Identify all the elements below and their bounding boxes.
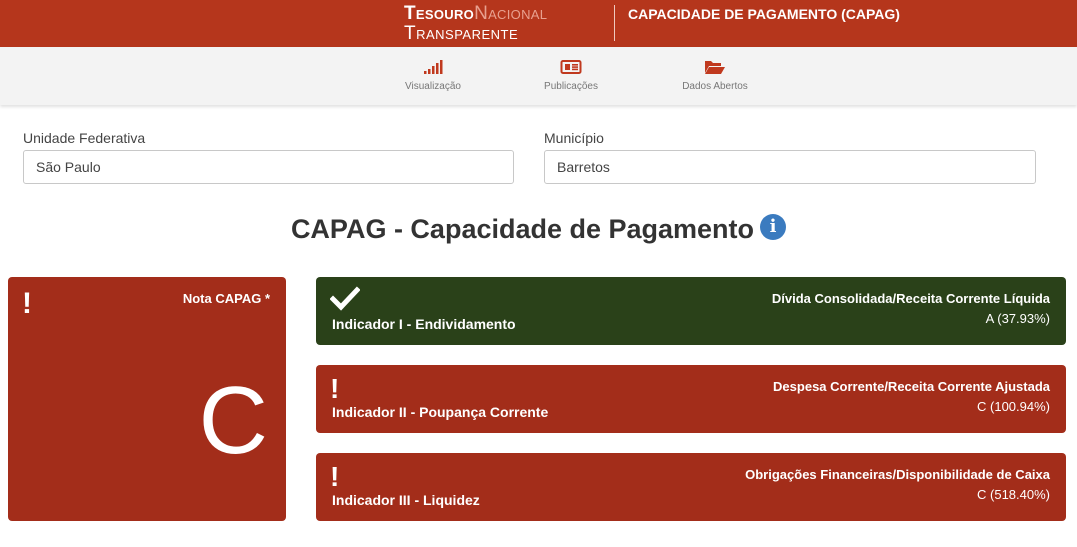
nota-capag-title: Nota CAPAG * xyxy=(182,291,270,306)
indicator-metric: Dívida Consolidada/Receita Corrente Líqu… xyxy=(771,291,1050,306)
indicator-name: Indicador I - Endividamento xyxy=(332,316,516,332)
exclamation-icon: ! xyxy=(330,461,340,492)
signal-bars-icon xyxy=(383,59,483,77)
uf-select[interactable]: São Paulo xyxy=(23,150,514,184)
top-header-bar: TesouroNacional Transparente CAPACIDADE … xyxy=(0,0,1077,47)
newspaper-icon xyxy=(521,59,621,77)
nav-bar: Visualização Publicações Dados Abertos xyxy=(0,47,1077,105)
indicator-card-endividamento: Indicador I - Endividamento Dívida Conso… xyxy=(316,277,1066,345)
nav-item-publicacoes[interactable]: Publicações xyxy=(521,59,621,92)
nav-item-label: Publicações xyxy=(544,81,598,92)
indicator-card-poupanca-corrente: ! Indicador II - Poupança Corrente Despe… xyxy=(316,365,1066,433)
logo-word-tesouro: Tesouro xyxy=(404,3,475,24)
indicator-name: Indicador III - Liquidez xyxy=(332,492,480,508)
indicator-value: A (37.93%) xyxy=(985,311,1050,326)
exclamation-icon: ! xyxy=(330,373,340,404)
nav-item-label: Visualização xyxy=(405,81,461,92)
nav-item-label: Dados Abertos xyxy=(682,81,748,92)
logo-line-1: TesouroNacional xyxy=(404,4,547,23)
indicator-card-liquidez: ! Indicador III - Liquidez Obrigações Fi… xyxy=(316,453,1066,521)
indicator-value: C (518.40%) xyxy=(977,487,1050,502)
info-circle-icon[interactable]: i xyxy=(760,213,787,240)
municipio-label: Município xyxy=(544,130,604,146)
logo-word-transparente: Transparente xyxy=(404,23,519,44)
indicator-metric: Obrigações Financeiras/Disponibilidade d… xyxy=(745,467,1050,482)
indicator-name: Indicador II - Poupança Corrente xyxy=(332,404,549,420)
uf-label: Unidade Federativa xyxy=(23,130,146,146)
header-divider xyxy=(614,5,615,41)
page-title: CAPACIDADE DE PAGAMENTO (CAPAG) xyxy=(628,6,900,22)
check-icon xyxy=(329,286,361,312)
nav-item-visualizacao[interactable]: Visualização xyxy=(383,59,483,92)
logo-word-nacional: Nacional xyxy=(474,3,548,24)
indicator-value: C (100.94%) xyxy=(977,399,1050,414)
folder-open-icon xyxy=(665,59,765,77)
municipio-select[interactable]: Barretos xyxy=(544,150,1036,184)
indicator-metric: Despesa Corrente/Receita Corrente Ajusta… xyxy=(773,379,1050,394)
nav-item-dados-abertos[interactable]: Dados Abertos xyxy=(665,59,765,92)
nota-capag-card: ! Nota CAPAG * C xyxy=(8,277,286,521)
capag-title: CAPAG - Capacidade de Pagamento xyxy=(290,214,755,244)
tesouro-transparente-logo[interactable]: TesouroNacional Transparente xyxy=(404,4,547,43)
exclamation-icon: ! xyxy=(22,287,32,320)
nota-capag-grade: C xyxy=(198,367,268,474)
capag-heading: CAPAG - Capacidade de Pagamento i xyxy=(0,213,1077,245)
